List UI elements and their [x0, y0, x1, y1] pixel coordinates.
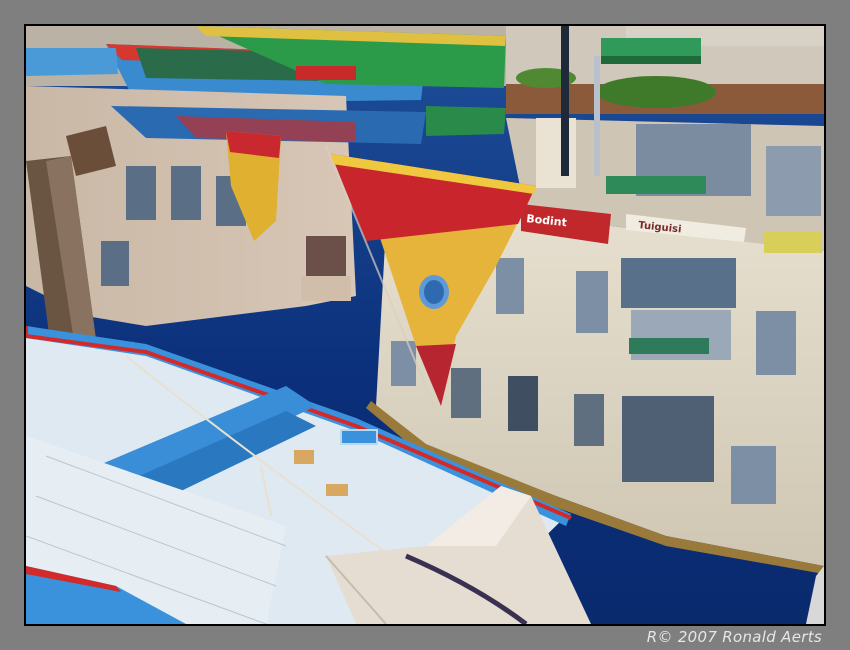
- plants: [596, 76, 716, 108]
- photograph: Bodint Tuiguisi: [26, 26, 824, 624]
- shop-sign-3: [764, 231, 822, 253]
- photo-credit: R© 2007 Ronald Aerts: [646, 628, 822, 646]
